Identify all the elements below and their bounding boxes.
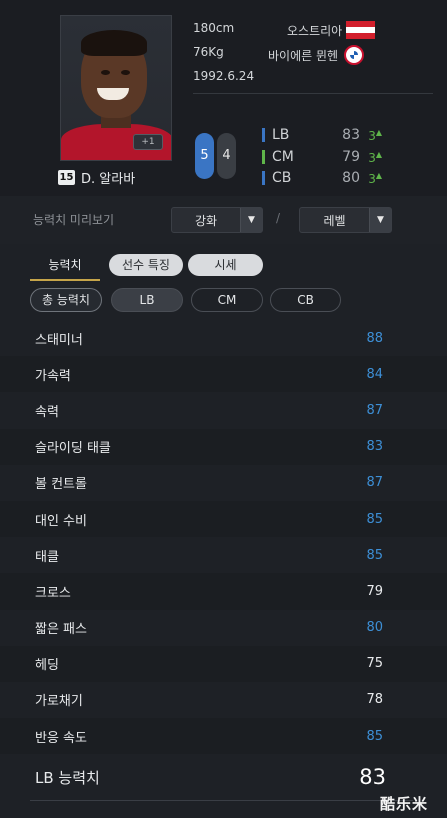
- watermark: 酷乐米: [380, 795, 429, 813]
- position-value: 83: [342, 127, 360, 143]
- stat-value: 80: [366, 620, 383, 636]
- stat-value: 85: [366, 547, 383, 563]
- subtab-total-ability[interactable]: 총 능력치: [30, 288, 102, 312]
- stat-value: 85: [366, 728, 383, 744]
- subtab-lb[interactable]: LB: [111, 288, 183, 312]
- stat-name: 대인 수비: [35, 513, 87, 529]
- foot-rating: 5 4: [192, 130, 242, 182]
- enhance-select[interactable]: 강화 ▼: [171, 207, 263, 233]
- stat-row: 스태미너 88: [0, 320, 447, 356]
- stat-value: 84: [366, 366, 383, 382]
- chevron-down-icon[interactable]: ▼: [240, 208, 262, 232]
- stat-row: 가로채기 78: [0, 682, 447, 718]
- player-photo: +1: [60, 15, 172, 161]
- preview-label: 능력치 미리보기: [33, 213, 115, 227]
- position-row-cm: CM 79 3▲: [262, 147, 392, 167]
- stat-name: 스태미너: [35, 332, 83, 348]
- position-row-cb: CB 80 3▲: [262, 168, 392, 188]
- tab-player-traits[interactable]: 선수 특징: [109, 254, 183, 276]
- player-nation: 오스트리아: [287, 21, 376, 39]
- stat-row: 속력 87: [0, 392, 447, 428]
- overall-rating-row: LB 능력치 83: [0, 758, 447, 796]
- stat-value: 79: [366, 583, 383, 599]
- position-delta: 3▲: [368, 149, 382, 165]
- stat-row: 슬라이딩 태클 83: [0, 428, 447, 465]
- stat-value: 87: [366, 475, 383, 491]
- separator: /: [276, 211, 281, 225]
- stat-value: 87: [366, 402, 383, 418]
- overall-label: LB 능력치: [35, 768, 100, 787]
- left-foot-icon: 5: [195, 133, 214, 179]
- level-select[interactable]: 레벨 ▼: [299, 207, 392, 233]
- stat-name: 슬라이딩 태클: [35, 441, 111, 457]
- player-name: D. 알라바: [81, 171, 136, 187]
- stat-row: 볼 컨트롤 87: [0, 465, 447, 501]
- up-arrow-icon: ▲: [375, 127, 382, 137]
- position-name: CB: [272, 170, 292, 186]
- season-badge-icon: 15: [58, 169, 75, 185]
- stat-name: 크로스: [35, 585, 71, 601]
- bayern-crest-icon: [344, 45, 365, 65]
- stat-row: 크로스 79: [0, 573, 447, 610]
- position-row-lb: LB 83 3▲: [262, 125, 392, 145]
- player-club: 바이에른 뮌헨: [268, 45, 365, 65]
- level-select-value: 레벨: [323, 213, 346, 228]
- position-color-bar: [262, 171, 265, 185]
- austria-flag-icon: [346, 21, 376, 39]
- position-delta: 3▲: [368, 127, 382, 143]
- stat-value: 78: [366, 692, 383, 708]
- stats-list: 스태미너 88 가속력 84 속력 87 슬라이딩 태클 83 볼 컨트롤 87 대인 수비 85 태클…: [0, 320, 447, 755]
- position-name: CM: [272, 149, 294, 165]
- subtab-cm[interactable]: CM: [191, 288, 263, 312]
- player-weight: 76Kg: [193, 45, 224, 59]
- position-delta: 3▲: [368, 170, 382, 186]
- player-height: 180cm: [193, 21, 235, 35]
- divider: [30, 800, 413, 801]
- club-label: 바이에른 뮌헨: [268, 48, 339, 63]
- position-color-bar: [262, 128, 265, 142]
- stat-row: 가속력 84: [0, 356, 447, 393]
- stat-row: 짧은 패스 80: [0, 610, 447, 646]
- player-name-row: 15 D. 알라바: [58, 168, 136, 187]
- upgrade-badge: +1: [133, 134, 163, 150]
- stat-value: 83: [366, 439, 383, 455]
- stat-row: 대인 수비 85: [0, 500, 447, 538]
- stat-row: 태클 85: [0, 537, 447, 573]
- subtab-cb[interactable]: CB: [270, 288, 341, 312]
- up-arrow-icon: ▲: [375, 170, 382, 180]
- chevron-down-icon[interactable]: ▼: [369, 208, 391, 232]
- stat-name: 태클: [35, 549, 59, 565]
- right-foot-icon: 4: [217, 133, 236, 179]
- position-value: 79: [342, 149, 360, 165]
- position-color-bar: [262, 150, 265, 164]
- stat-value: 75: [366, 656, 383, 672]
- stat-name: 볼 컨트롤: [35, 477, 87, 493]
- stat-row: 헤딩 75: [0, 645, 447, 682]
- stat-name: 짧은 패스: [35, 622, 87, 638]
- stat-name: 속력: [35, 404, 59, 420]
- stat-name: 가속력: [35, 368, 71, 384]
- stat-name: 헤딩: [35, 658, 59, 674]
- position-value: 80: [342, 170, 360, 186]
- up-arrow-icon: ▲: [375, 149, 382, 159]
- overall-value: 83: [359, 765, 386, 789]
- stat-name: 가로채기: [35, 694, 83, 710]
- stat-row: 반응 속도 85: [0, 718, 447, 755]
- player-birthdate: 1992.6.24: [193, 69, 255, 83]
- tab-ability[interactable]: 능력치: [30, 254, 100, 276]
- stat-name: 반응 속도: [35, 730, 87, 746]
- stat-value: 85: [366, 511, 383, 527]
- stat-value: 88: [366, 330, 383, 346]
- nation-label: 오스트리아: [287, 23, 343, 38]
- active-tab-underline: [30, 279, 100, 281]
- enhance-select-value: 강화: [194, 213, 218, 228]
- tab-market-price[interactable]: 시세: [188, 254, 263, 276]
- divider: [193, 93, 433, 94]
- position-name: LB: [272, 127, 290, 143]
